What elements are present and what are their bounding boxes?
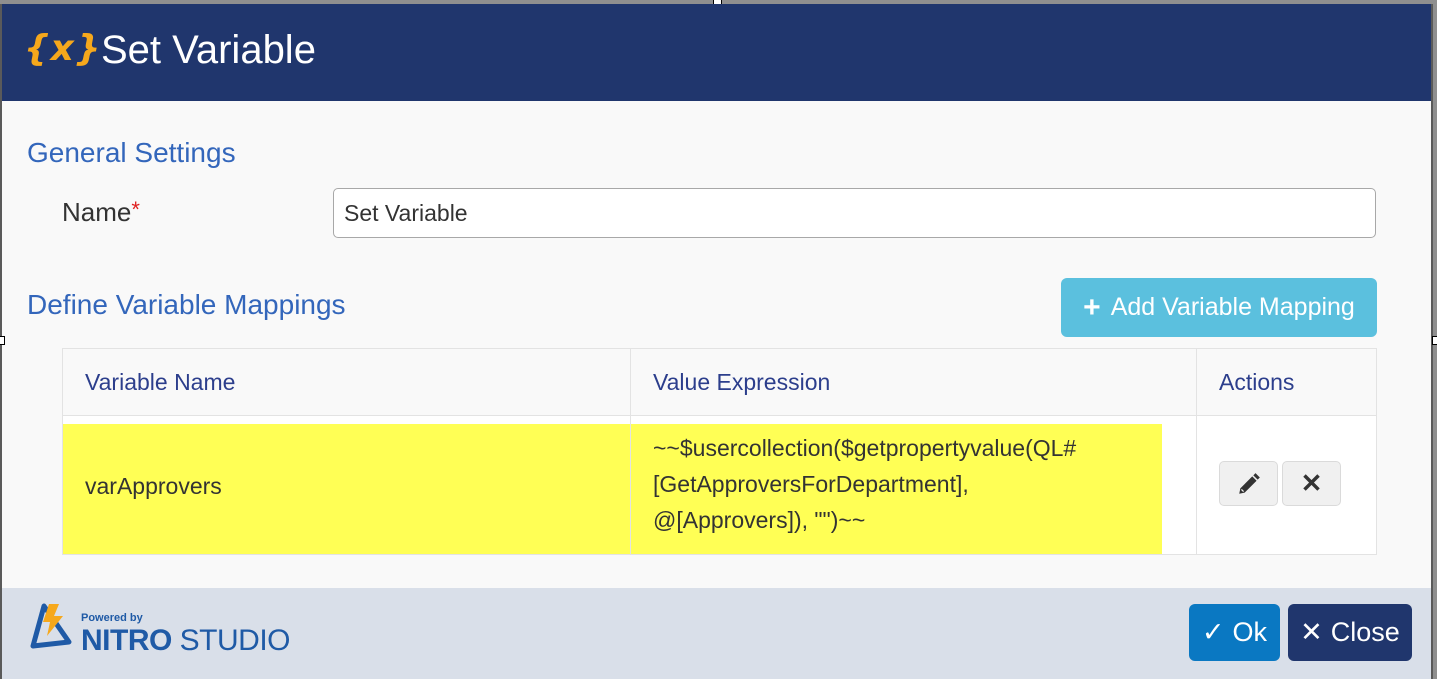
general-settings-heading: General Settings <box>27 137 236 168</box>
value-expression-line: [GetApproversForDepartment], <box>653 471 969 497</box>
resize-handle-right[interactable] <box>1432 336 1437 345</box>
ok-label: Ok <box>1232 617 1268 647</box>
add-variable-mapping-button[interactable]: + Add Variable Mapping <box>1061 278 1377 337</box>
variable-mappings-table: Variable Name Value Expression Actions v… <box>62 348 1377 555</box>
plus-icon: + <box>1083 290 1101 324</box>
brand-name: NITRO STUDIO <box>81 624 291 658</box>
close-button[interactable]: ✕ Close <box>1288 604 1412 661</box>
row-actions: ✕ <box>1219 461 1341 506</box>
close-label: Close <box>1330 617 1400 647</box>
checkmark-icon: ✓ <box>1201 617 1225 647</box>
brand-nitro: NITRO <box>81 624 172 657</box>
variable-icon: {x} <box>24 28 102 69</box>
pencil-icon <box>1238 472 1260 494</box>
dialog-title: Set Variable <box>101 28 316 72</box>
close-icon: ✕ <box>1300 617 1323 647</box>
name-label: Name* <box>62 197 140 228</box>
column-header-actions: Actions <box>1196 349 1376 415</box>
close-icon: ✕ <box>1300 468 1323 498</box>
column-header-value-expression: Value Expression <box>630 349 1196 415</box>
cell-value-expression: ~~$usercollection($getpropertyvalue(QL# … <box>630 416 1196 554</box>
value-expression-text: ~~$usercollection($getpropertyvalue(QL# … <box>653 430 1076 538</box>
name-input[interactable] <box>333 188 1376 238</box>
variable-mappings-heading: Define Variable Mappings <box>27 289 346 320</box>
add-variable-mapping-label: Add Variable Mapping <box>1110 293 1355 321</box>
table-row: varApprovers ~~$usercollection($getprope… <box>63 416 1376 554</box>
variable-name-text: varApprovers <box>85 473 222 499</box>
brand-studio: STUDIO <box>179 624 291 657</box>
cell-variable-name: varApprovers <box>63 416 630 554</box>
table-header: Variable Name Value Expression Actions <box>63 349 1376 416</box>
ok-button[interactable]: ✓ Ok <box>1189 604 1280 661</box>
column-header-variable-name: Variable Name <box>85 368 236 395</box>
name-label-text: Name <box>62 197 132 227</box>
delete-mapping-button[interactable]: ✕ <box>1282 461 1341 506</box>
powered-by-text: Powered by <box>81 612 143 624</box>
nitro-studio-logo-icon <box>30 603 72 649</box>
cell-actions: ✕ <box>1196 416 1376 554</box>
required-marker: * <box>131 197 140 222</box>
value-expression-line: @[Approvers]), "")~~ <box>653 507 866 533</box>
edit-mapping-button[interactable] <box>1219 461 1278 506</box>
set-variable-dialog: {x} Set Variable General Settings Name* … <box>0 4 1433 679</box>
dialog-footer: Powered by NITRO STUDIO ✓ Ok ✕ Close <box>2 588 1431 679</box>
value-expression-line: ~~$usercollection($getpropertyvalue(QL# <box>653 435 1077 461</box>
resize-handle-left[interactable] <box>0 336 5 345</box>
dialog-titlebar: {x} Set Variable <box>2 4 1431 101</box>
